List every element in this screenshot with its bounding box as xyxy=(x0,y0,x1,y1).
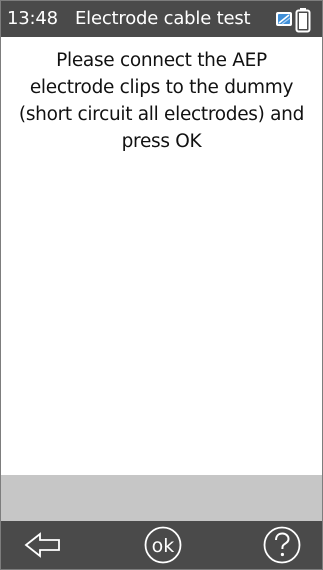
screen-title: Electrode cable test xyxy=(75,8,251,29)
back-button[interactable] xyxy=(21,525,67,565)
instruction-message: Please connect the AEP electrode clips t… xyxy=(18,50,305,152)
help-button[interactable] xyxy=(259,525,305,565)
battery-icon xyxy=(293,7,317,33)
footer-gray-bar xyxy=(1,475,322,521)
device-screen: 13:48 Electrode cable test Please connec… xyxy=(0,0,323,570)
ok-icon: ok xyxy=(144,526,182,564)
help-icon xyxy=(263,526,301,564)
status-bar: 13:48 Electrode cable test xyxy=(1,1,322,37)
status-time: 13:48 xyxy=(7,8,58,29)
navigation-bar: ok xyxy=(1,521,322,569)
content-area: Please connect the AEP electrode clips t… xyxy=(1,37,322,475)
ok-label: ok xyxy=(152,535,175,557)
back-arrow-icon xyxy=(24,532,60,558)
ok-button[interactable]: ok xyxy=(140,525,186,565)
